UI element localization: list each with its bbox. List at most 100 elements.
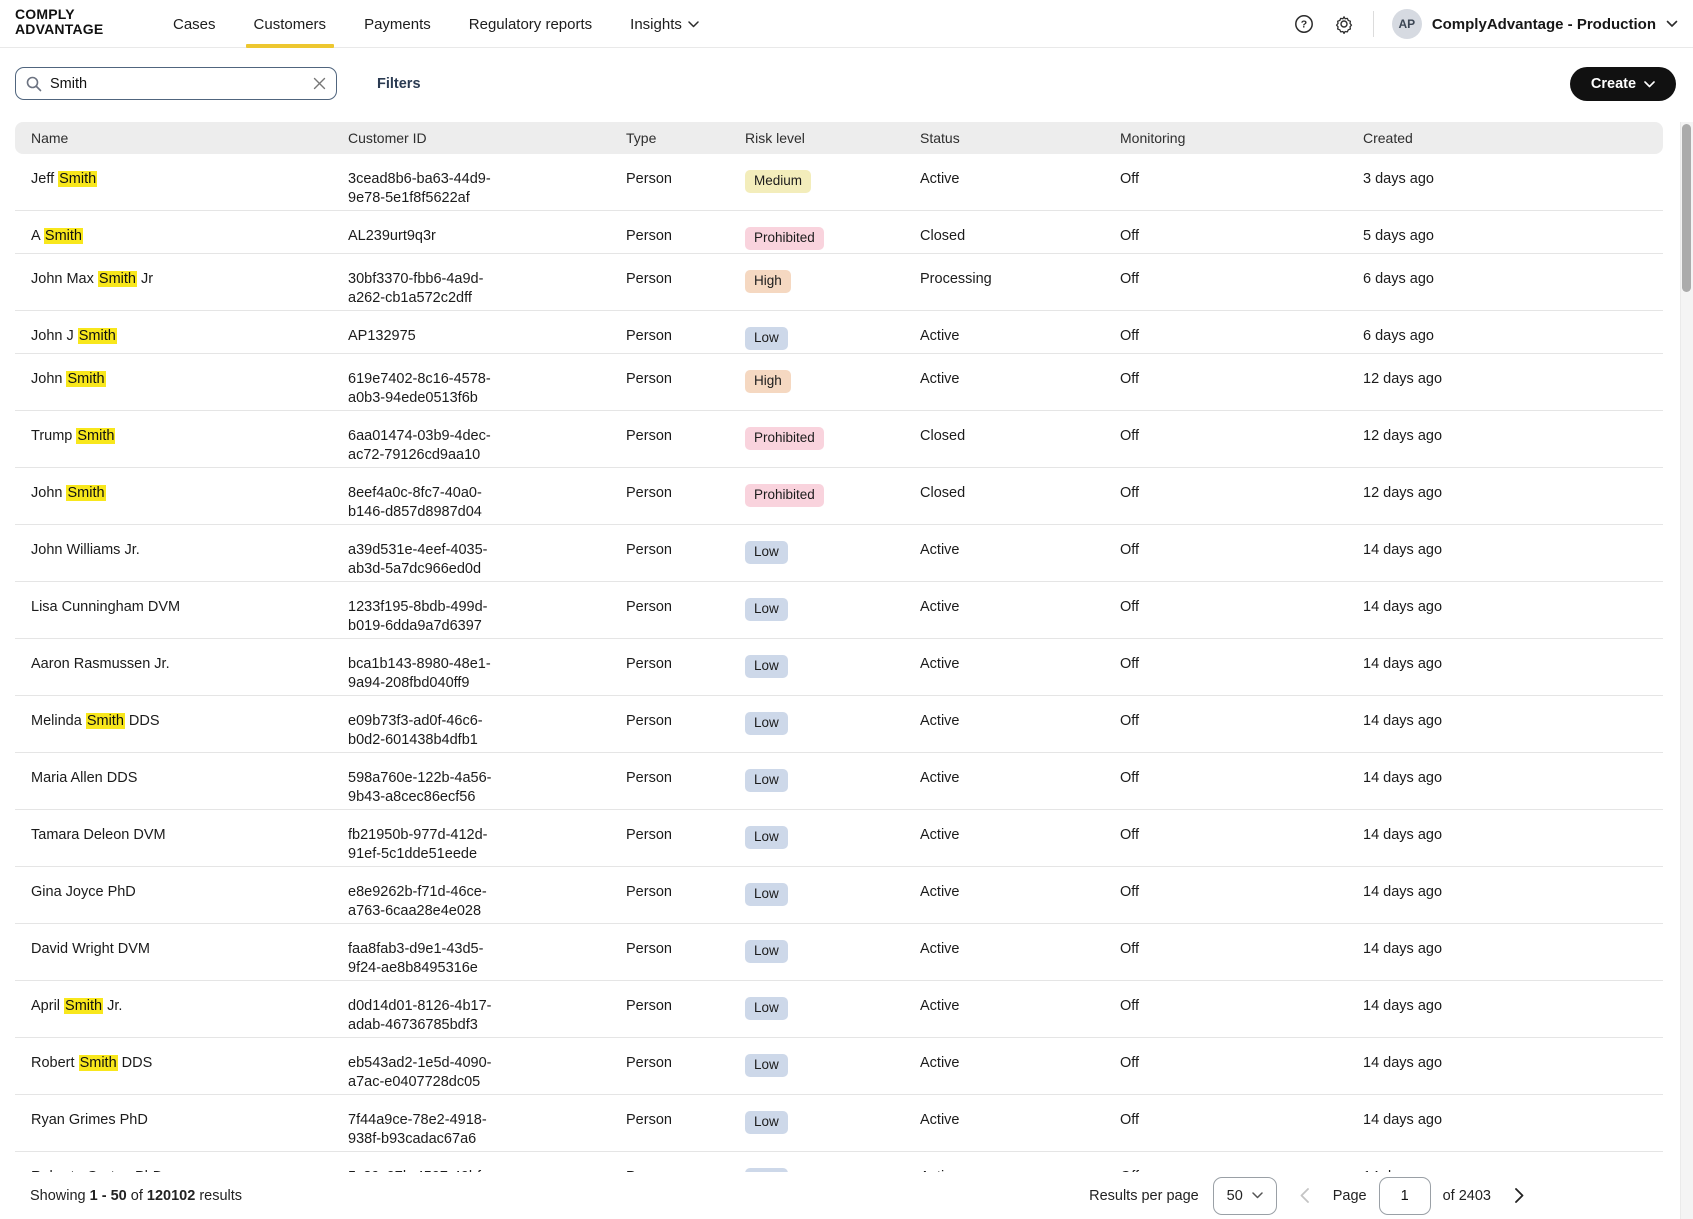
- customer-id: 598a760e-122b-4a56- 9b43-a8cec86ecf56: [348, 770, 492, 805]
- table-row[interactable]: Gina Joyce PhD e8e9262b-f71d-46ce-a763-6…: [15, 867, 1663, 924]
- risk-badge: Low: [745, 1054, 788, 1077]
- risk-badge: Medium: [745, 170, 812, 193]
- comply-advantage-logo[interactable]: COMPLY ADVANTAGE: [15, 7, 103, 37]
- nav-divider: [1372, 11, 1374, 37]
- search-highlight: Smith: [76, 428, 116, 444]
- risk-badge: Low: [745, 883, 788, 906]
- customer-id: 6aa01474-03b9-4dec-ac72-79126cd9aa10: [348, 428, 491, 463]
- created-cell: 14 days ago: [1363, 941, 1443, 957]
- created-cell: 14 days ago: [1363, 827, 1443, 843]
- created-cell: 14 days ago: [1363, 656, 1443, 672]
- created-cell: 14 days ago: [1363, 1055, 1443, 1071]
- customers-table: Name Customer ID Type Risk level Status Monit…: [15, 122, 1663, 1209]
- results-per-page-value: 50: [1226, 1187, 1243, 1204]
- search-input[interactable]: [50, 75, 305, 92]
- table-row[interactable]: John J Smith AP132975 Person Low Active …: [15, 311, 1663, 354]
- status-cell: Closed: [920, 228, 966, 244]
- column-header-customer-id: Customer ID: [348, 130, 427, 146]
- chevron-right-icon: [1514, 1188, 1523, 1203]
- account-menu[interactable]: AP ComplyAdvantage - Production: [1391, 9, 1678, 39]
- type-cell: Person: [626, 599, 672, 615]
- search-highlight: Smith: [78, 1055, 118, 1071]
- customer-name: John Williams Jr.: [31, 542, 140, 558]
- table-row[interactable]: John Williams Jr. a39d531e-4eef-4035- ab3…: [15, 525, 1663, 582]
- column-header-status: Status: [920, 130, 960, 146]
- svg-text:?: ?: [1301, 19, 1307, 31]
- created-cell: 6 days ago: [1363, 271, 1434, 287]
- tab-cases[interactable]: Cases: [171, 0, 218, 48]
- chevron-down-icon: [1666, 20, 1678, 27]
- table-row[interactable]: Melinda Smith DDS e09b73f3-ad0f-46c6- b0d…: [15, 696, 1663, 753]
- risk-badge: Low: [745, 1111, 788, 1134]
- monitoring-cell: Off: [1120, 542, 1140, 558]
- type-cell: Person: [626, 998, 672, 1014]
- clear-search-icon[interactable]: [313, 77, 326, 90]
- customer-id: AP132975: [348, 328, 416, 344]
- column-header-monitoring: Monitoring: [1120, 130, 1186, 146]
- status-cell: Active: [920, 941, 960, 957]
- table-row[interactable]: Maria Allen DDS 598a760e-122b-4a56- 9b43-…: [15, 753, 1663, 810]
- created-cell: 12 days ago: [1363, 371, 1443, 387]
- table-row[interactable]: David Wright DVM faa8fab3-d9e1-43d5- 9f24…: [15, 924, 1663, 981]
- table-row[interactable]: John Smith 8eef4a0c-8fc7-40a0- b146-d857d…: [15, 468, 1663, 525]
- table-row[interactable]: Lisa Cunningham DVM 1233f195-8bdb-499d-b…: [15, 582, 1663, 639]
- logo-line-2: ADVANTAGE: [15, 21, 104, 37]
- type-cell: Person: [626, 328, 672, 344]
- previous-page-button[interactable]: [1291, 1182, 1319, 1210]
- table-row[interactable]: Jeff Smith 3cead8b6-ba63-44d9- 9e78-5e1f8…: [15, 154, 1663, 211]
- customer-search-box[interactable]: [15, 67, 337, 100]
- risk-badge: Prohibited: [745, 227, 824, 250]
- table-row[interactable]: Robert Smith DDS eb543ad2-1e5d-4090- a7ac…: [15, 1038, 1663, 1095]
- risk-badge: High: [745, 370, 791, 393]
- scrollbar-thumb[interactable]: [1682, 124, 1691, 292]
- created-cell: 14 days ago: [1363, 884, 1443, 900]
- status-cell: Closed: [920, 485, 966, 501]
- table-row[interactable]: John Smith 619e7402-8c16-4578- a0b3-94ede…: [15, 354, 1663, 411]
- customer-name: John Smith: [31, 371, 106, 387]
- customer-name: John J Smith: [31, 328, 117, 344]
- search-highlight: Smith: [66, 485, 106, 501]
- customer-name: David Wright DVM: [31, 941, 150, 957]
- created-cell: 14 days ago: [1363, 542, 1443, 558]
- type-cell: Person: [626, 827, 672, 843]
- monitoring-cell: Off: [1120, 1055, 1140, 1071]
- primary-nav-tabs: Cases Customers Payments Regulatory reports…: [171, 0, 701, 48]
- results-per-page-select[interactable]: 50: [1212, 1176, 1277, 1215]
- status-cell: Active: [920, 770, 960, 786]
- customer-name: April Smith Jr.: [31, 998, 123, 1014]
- table-row[interactable]: John Max Smith Jr 30bf3370-fbb6-4a9d-a26…: [15, 254, 1663, 311]
- tab-customers[interactable]: Customers: [245, 0, 335, 48]
- tab-regulatory-reports[interactable]: Regulatory reports: [467, 0, 594, 48]
- status-cell: Active: [920, 884, 960, 900]
- next-page-button[interactable]: [1505, 1182, 1533, 1210]
- chevron-down-icon: [1252, 1192, 1263, 1199]
- table-row[interactable]: Ryan Grimes PhD 7f44a9ce-78e2-4918- 938f-…: [15, 1095, 1663, 1152]
- customer-name: Melinda Smith DDS: [31, 713, 160, 729]
- monitoring-cell: Off: [1120, 271, 1140, 287]
- customer-name: Lisa Cunningham DVM: [31, 599, 181, 615]
- table-row[interactable]: A Smith AL239urt9q3r Person Prohibited C…: [15, 211, 1663, 254]
- risk-badge: Low: [745, 712, 788, 735]
- tab-label: Cases: [173, 15, 216, 33]
- tab-insights[interactable]: Insights: [628, 0, 701, 48]
- scrollbar-track[interactable]: [1680, 122, 1693, 1219]
- status-cell: Closed: [920, 428, 966, 444]
- page-number-input[interactable]: [1378, 1176, 1431, 1215]
- nav-right-cluster: ? AP ComplyAdvantage - Production: [1293, 0, 1678, 48]
- help-icon[interactable]: ?: [1293, 13, 1315, 35]
- tab-payments[interactable]: Payments: [362, 0, 433, 48]
- table-row[interactable]: Aaron Rasmussen Jr. bca1b143-8980-48e1- 9…: [15, 639, 1663, 696]
- risk-badge: Prohibited: [745, 484, 824, 507]
- table-row[interactable]: April Smith Jr. d0d14d01-8126-4b17- adab-…: [15, 981, 1663, 1038]
- filters-button[interactable]: Filters: [377, 67, 421, 100]
- customer-name: Jeff Smith: [31, 171, 98, 187]
- status-cell: Active: [920, 371, 960, 387]
- table-row[interactable]: Tamara Deleon DVM fb21950b-977d-412d- 91e…: [15, 810, 1663, 867]
- table-row[interactable]: Trump Smith 6aa01474-03b9-4dec-ac72-7912…: [15, 411, 1663, 468]
- customer-id: fb21950b-977d-412d- 91ef-5c1dde51eede: [348, 827, 488, 862]
- create-button[interactable]: Create: [1570, 67, 1676, 101]
- type-cell: Person: [626, 542, 672, 558]
- settings-gear-icon[interactable]: [1333, 13, 1355, 35]
- created-cell: 14 days ago: [1363, 770, 1443, 786]
- status-cell: Active: [920, 171, 960, 187]
